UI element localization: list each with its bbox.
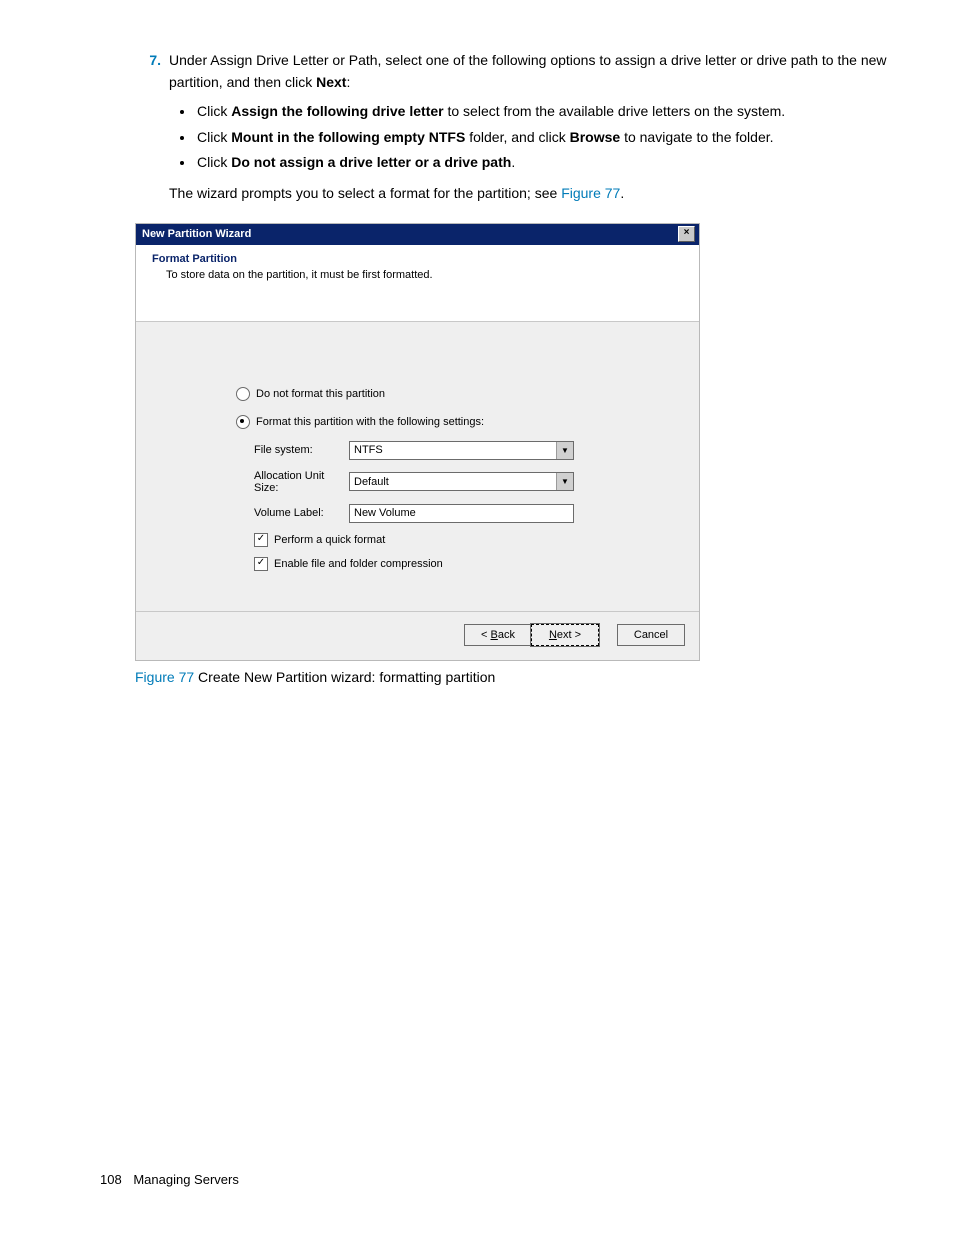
file-system-row: File system: NTFS ▼ [254, 441, 671, 460]
new-partition-wizard-dialog: New Partition Wizard × Format Partition … [135, 223, 700, 661]
wizard-header-title: Format Partition [152, 253, 687, 265]
step-text-a: Under Assign Drive Letter or Path, selec… [169, 52, 887, 90]
bullet-bold: Assign the following drive letter [231, 103, 443, 119]
step-7: 7. Under Assign Drive Letter or Path, se… [135, 50, 894, 205]
bullet-text: to select from the available drive lette… [444, 103, 786, 119]
checkbox-label: Enable file and folder compression [274, 558, 443, 570]
dropdown-value: NTFS [354, 444, 383, 456]
enable-compression-checkbox-row[interactable]: ✓ Enable file and folder compression [254, 557, 671, 571]
bullet-text: Click [197, 129, 231, 145]
dropdown-value: Default [354, 476, 389, 488]
bullet-text: folder, and click [465, 129, 569, 145]
page-number: 108 [100, 1172, 122, 1187]
allocation-unit-label: Allocation Unit Size: [254, 470, 349, 494]
format-settings-group: File system: NTFS ▼ Allocation Unit Size… [254, 441, 671, 523]
bullet-bold: Do not assign a drive letter or a drive … [231, 154, 511, 170]
allocation-unit-row: Allocation Unit Size: Default ▼ [254, 470, 671, 494]
wizard-footer: < Back Next > Cancel [136, 611, 699, 660]
after-a: The wizard prompts you to select a forma… [169, 185, 561, 201]
file-system-label: File system: [254, 444, 349, 456]
btn-text: B [491, 629, 498, 641]
chevron-down-icon[interactable]: ▼ [556, 473, 573, 490]
btn-text: ack [498, 629, 515, 641]
cancel-button[interactable]: Cancel [617, 624, 685, 646]
bullet-bold: Browse [570, 129, 621, 145]
next-button[interactable]: Next > [531, 624, 599, 646]
wizard-header: Format Partition To store data on the pa… [136, 245, 699, 322]
step-number: 7. [135, 52, 161, 68]
file-system-dropdown[interactable]: NTFS ▼ [349, 441, 574, 460]
step-text-c: : [346, 74, 350, 90]
chevron-down-icon[interactable]: ▼ [556, 442, 573, 459]
checkbox-icon[interactable]: ✓ [254, 533, 268, 547]
bullet-2: Click Mount in the following empty NTFS … [195, 125, 894, 150]
wizard-header-subtitle: To store data on the partition, it must … [166, 269, 687, 281]
btn-text: N [549, 629, 557, 641]
allocation-unit-dropdown[interactable]: Default ▼ [349, 472, 574, 491]
after-b: . [620, 185, 624, 201]
wizard-title: New Partition Wizard [142, 228, 251, 240]
quick-format-checkbox-row[interactable]: ✓ Perform a quick format [254, 533, 671, 547]
after-bullets-text: The wizard prompts you to select a forma… [169, 183, 894, 205]
caption-text: Create New Partition wizard: formatting … [194, 669, 495, 685]
bullet-bold: Mount in the following empty NTFS [231, 129, 465, 145]
caption-label: Figure 77 [135, 669, 194, 685]
bullet-3: Click Do not assign a drive letter or a … [195, 150, 894, 175]
page-footer: 108 Managing Servers [100, 1172, 239, 1187]
radio-option-format[interactable]: Format this partition with the following… [236, 415, 671, 429]
bullet-text: Click [197, 103, 231, 119]
footer-section: Managing Servers [133, 1172, 239, 1187]
bullet-1: Click Assign the following drive letter … [195, 99, 894, 124]
wizard-body: Do not format this partition Format this… [136, 322, 699, 611]
volume-label-label: Volume Label: [254, 507, 349, 519]
figure-link[interactable]: Figure 77 [561, 185, 620, 201]
close-icon[interactable]: × [678, 226, 695, 242]
step-text-bold: Next [316, 74, 346, 90]
radio-label: Format this partition with the following… [256, 416, 484, 428]
bullet-text: . [511, 154, 515, 170]
bullet-text: to navigate to the folder. [620, 129, 773, 145]
volume-label-input[interactable]: New Volume [349, 504, 574, 523]
radio-label: Do not format this partition [256, 388, 385, 400]
radio-icon[interactable] [236, 415, 250, 429]
btn-text: ext > [557, 629, 581, 641]
radio-icon[interactable] [236, 387, 250, 401]
document-page: 7. Under Assign Drive Letter or Path, se… [0, 0, 954, 1235]
checkbox-icon[interactable]: ✓ [254, 557, 268, 571]
btn-text: < [481, 629, 490, 641]
sub-bullet-list: Click Assign the following drive letter … [169, 99, 894, 175]
checkbox-label: Perform a quick format [274, 534, 385, 546]
step-text: Under Assign Drive Letter or Path, selec… [169, 50, 894, 205]
back-button[interactable]: < Back [464, 624, 532, 646]
radio-option-no-format[interactable]: Do not format this partition [236, 387, 671, 401]
wizard-titlebar: New Partition Wizard × [136, 224, 699, 245]
bullet-text: Click [197, 154, 231, 170]
volume-label-row: Volume Label: New Volume [254, 504, 671, 523]
figure-caption: Figure 77 Create New Partition wizard: f… [135, 669, 894, 685]
